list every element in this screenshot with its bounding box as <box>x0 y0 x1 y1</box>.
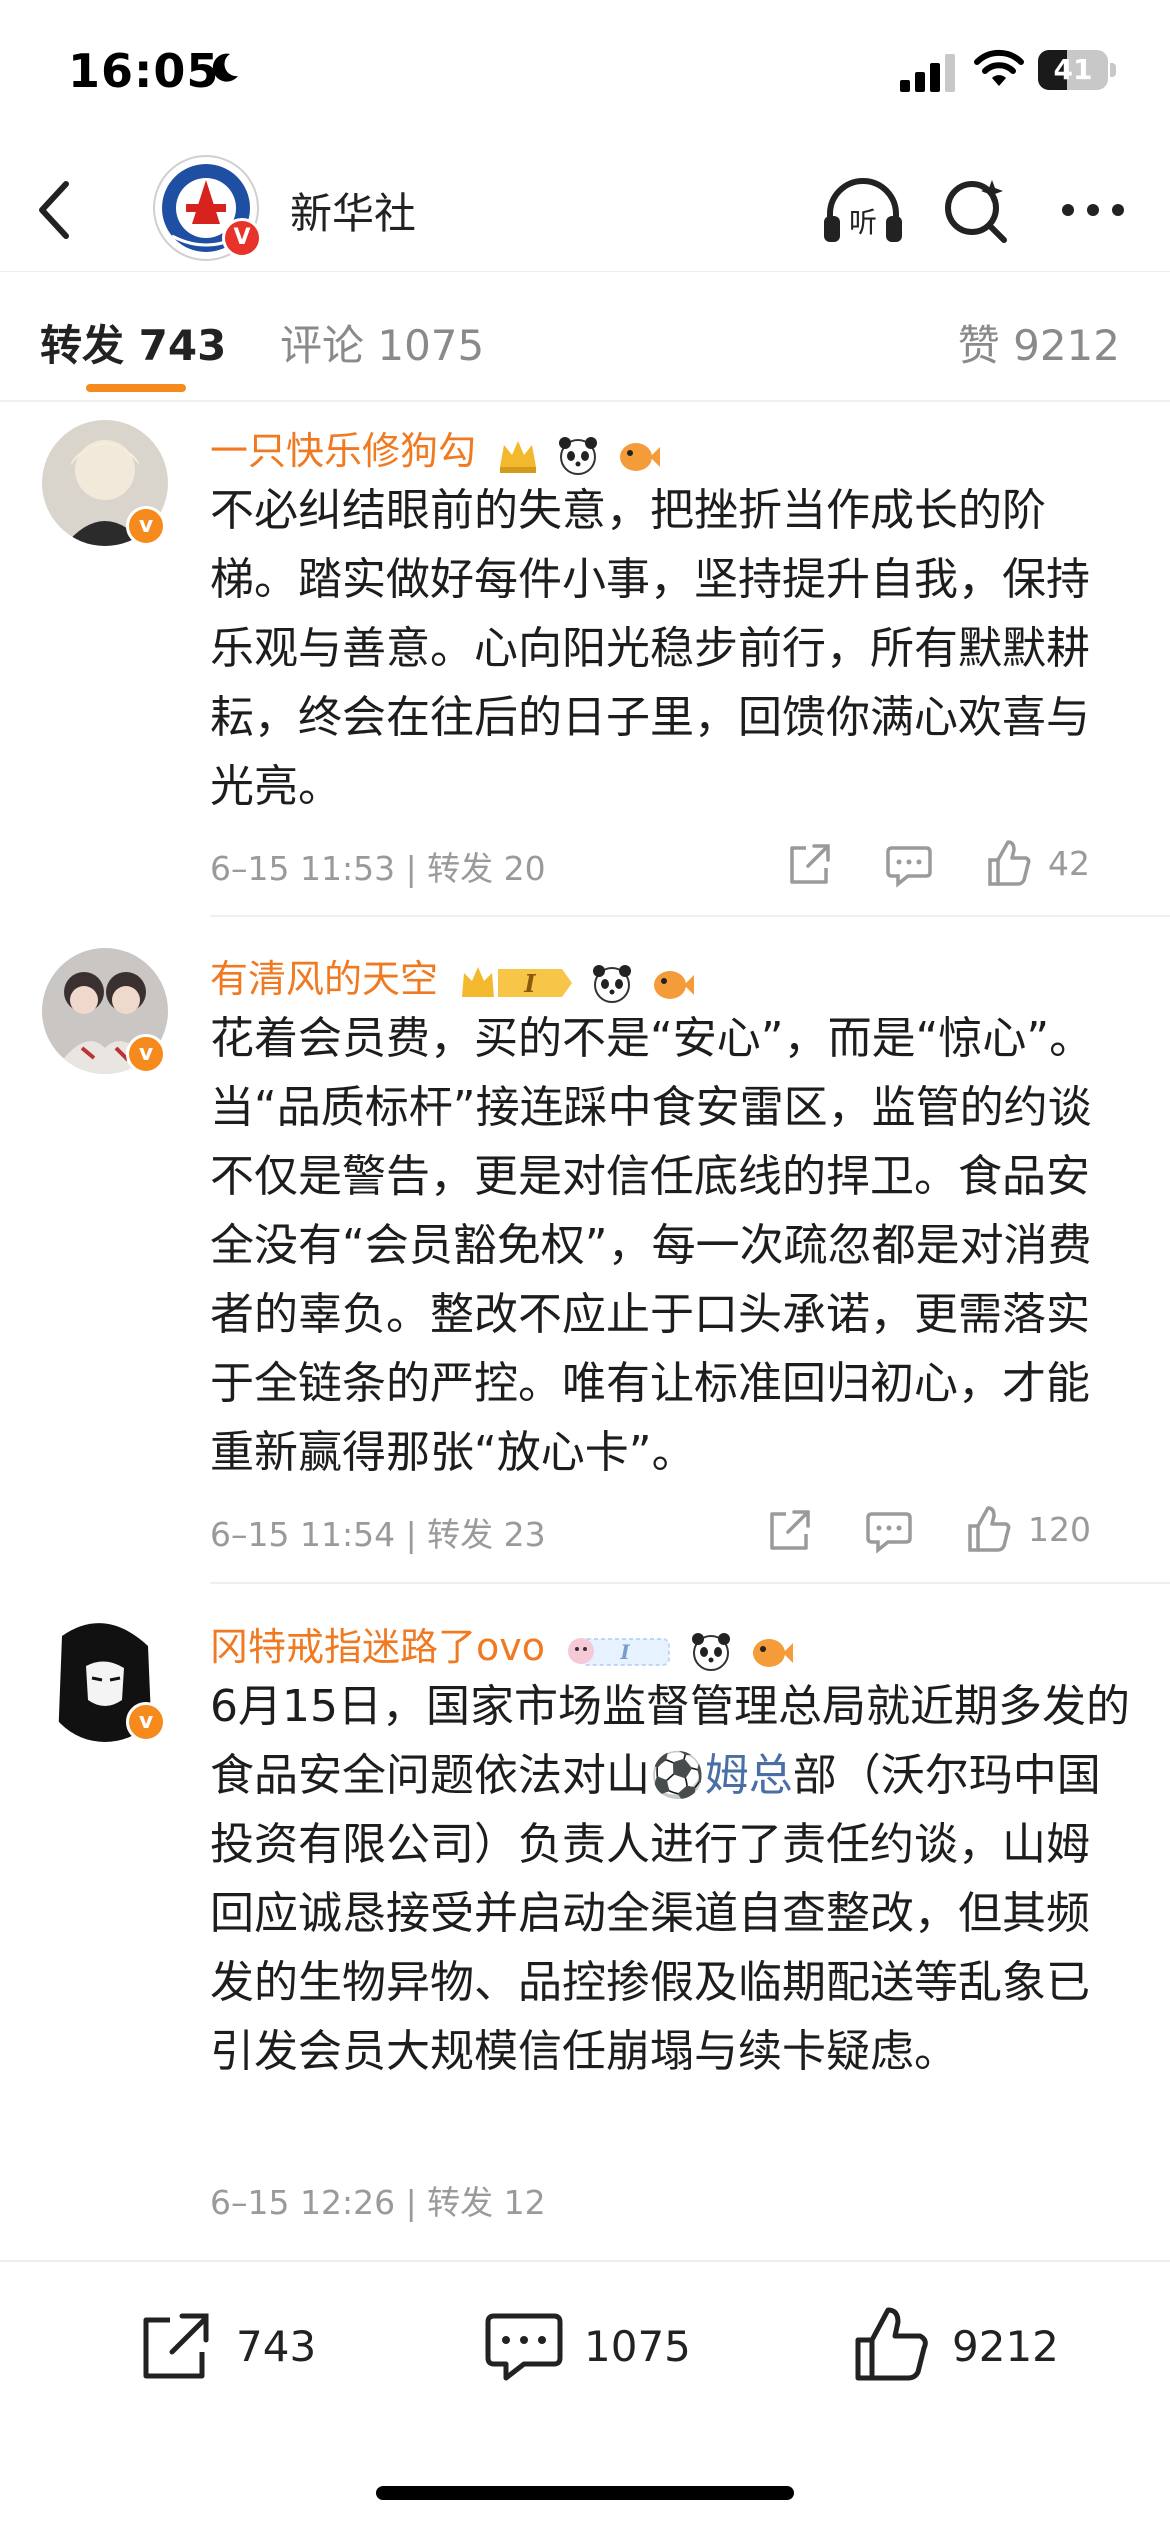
verified-badge-icon: v <box>126 506 166 546</box>
like-count: 120 <box>1028 1510 1091 1549</box>
panda-badge-icon <box>692 1632 731 1671</box>
username[interactable]: 冈特戒指迷路了ovo I <box>210 1616 797 1673</box>
listen-button[interactable]: 听 <box>822 176 904 246</box>
post-meta: 6–15 11:53 | 转发 20 <box>210 849 546 888</box>
wifi-icon <box>974 49 1024 86</box>
user-badges <box>496 430 664 477</box>
comment-button[interactable]: 1075 <box>484 2304 724 2394</box>
post-meta: 6–15 11:54 | 转发 23 <box>210 1515 546 1554</box>
active-tab-indicator <box>86 384 186 392</box>
share-icon[interactable] <box>766 1504 812 1554</box>
crown-badge-icon <box>500 440 537 473</box>
user-badges: I <box>565 1626 797 1673</box>
divider <box>210 1582 1170 1584</box>
fish-badge-icon <box>753 1638 794 1667</box>
username[interactable]: 一只快乐修狗勾 <box>210 420 664 477</box>
user-badges: I <box>458 958 698 1005</box>
headphones-icon: 听 <box>824 178 902 242</box>
divider <box>210 915 1170 917</box>
topic-link[interactable]: ⚽姆总 <box>650 1750 793 1801</box>
like-icon[interactable] <box>986 838 1032 888</box>
verified-badge-icon: V <box>222 218 262 258</box>
svg-text:I: I <box>523 969 536 998</box>
cellular-signal-icon <box>900 54 955 92</box>
like-icon[interactable] <box>966 1504 1012 1554</box>
comment-icon[interactable] <box>866 1504 912 1554</box>
post-actions: 120 <box>766 1504 1126 1554</box>
repost-text: 花着会员费，买的不是“安心”，而是“惊心”。当“品质标杆”接连踩中食安雷区，监管… <box>210 1013 1094 1478</box>
tab-bar: 转发 743 评论 1075 赞 9212 <box>0 274 1170 402</box>
vip-level-badge-icon: I <box>462 966 573 998</box>
battery-icon: 41 <box>1038 50 1116 90</box>
tab-like[interactable]: 赞 9212 <box>958 312 1120 373</box>
username[interactable]: 有清风的天空 I <box>210 948 698 1005</box>
status-bar: 16:05 41 <box>0 0 1170 150</box>
comment-icon[interactable] <box>886 838 932 888</box>
post-meta: 6–15 12:26 | 转发 12 <box>210 2183 546 2222</box>
svg-text:听: 听 <box>849 206 877 239</box>
repost-count: 743 <box>236 2322 317 2371</box>
share-icon <box>143 2313 209 2379</box>
like-icon <box>855 2307 928 2381</box>
search-icon[interactable] <box>942 176 1012 246</box>
battery-level: 41 <box>1053 53 1093 86</box>
svg-text:I: I <box>619 1640 630 1664</box>
top-nav: V 新华社 听 <box>0 148 1170 272</box>
verified-badge-icon: v <box>126 1034 166 1074</box>
more-options-icon[interactable] <box>1058 190 1128 230</box>
home-indicator <box>376 2486 794 2500</box>
like-button[interactable]: 9212 <box>852 2304 1092 2394</box>
like-count: 9212 <box>952 2322 1059 2371</box>
fan-level-badge-icon: I <box>568 1637 671 1666</box>
comment-icon <box>485 2313 563 2381</box>
repost-text: 不必纠结眼前的失意，把挫折当作成长的阶梯。踏实做好每件小事，坚持提升自我，保持乐… <box>210 485 1090 812</box>
account-name[interactable]: 新华社 <box>290 180 416 241</box>
panda-badge-icon <box>593 964 632 1003</box>
status-time: 16:05 <box>68 44 220 98</box>
fish-badge-icon <box>654 970 695 999</box>
like-count: 42 <box>1048 844 1090 883</box>
moon-icon <box>212 53 238 82</box>
back-chevron-icon[interactable] <box>34 178 74 242</box>
post-actions: 42 <box>786 838 1126 888</box>
account-avatar[interactable]: V <box>152 154 262 262</box>
bottom-action-bar: 743 1075 9212 <box>0 2260 1170 2532</box>
verified-badge-icon: v <box>126 1702 166 1742</box>
comment-count: 1075 <box>584 2322 691 2371</box>
tab-repost[interactable]: 转发 743 <box>40 312 226 373</box>
repost-text: 6月15日，国家市场监督管理总局就近期多发的食品安全问题依法对山⚽姆总部（沃尔玛… <box>210 1681 1130 2077</box>
panda-badge-icon <box>559 436 598 475</box>
tab-comment[interactable]: 评论 1075 <box>280 312 484 373</box>
share-icon[interactable] <box>786 838 832 888</box>
fish-badge-icon <box>620 442 661 471</box>
repost-button[interactable]: 743 <box>136 2304 336 2394</box>
